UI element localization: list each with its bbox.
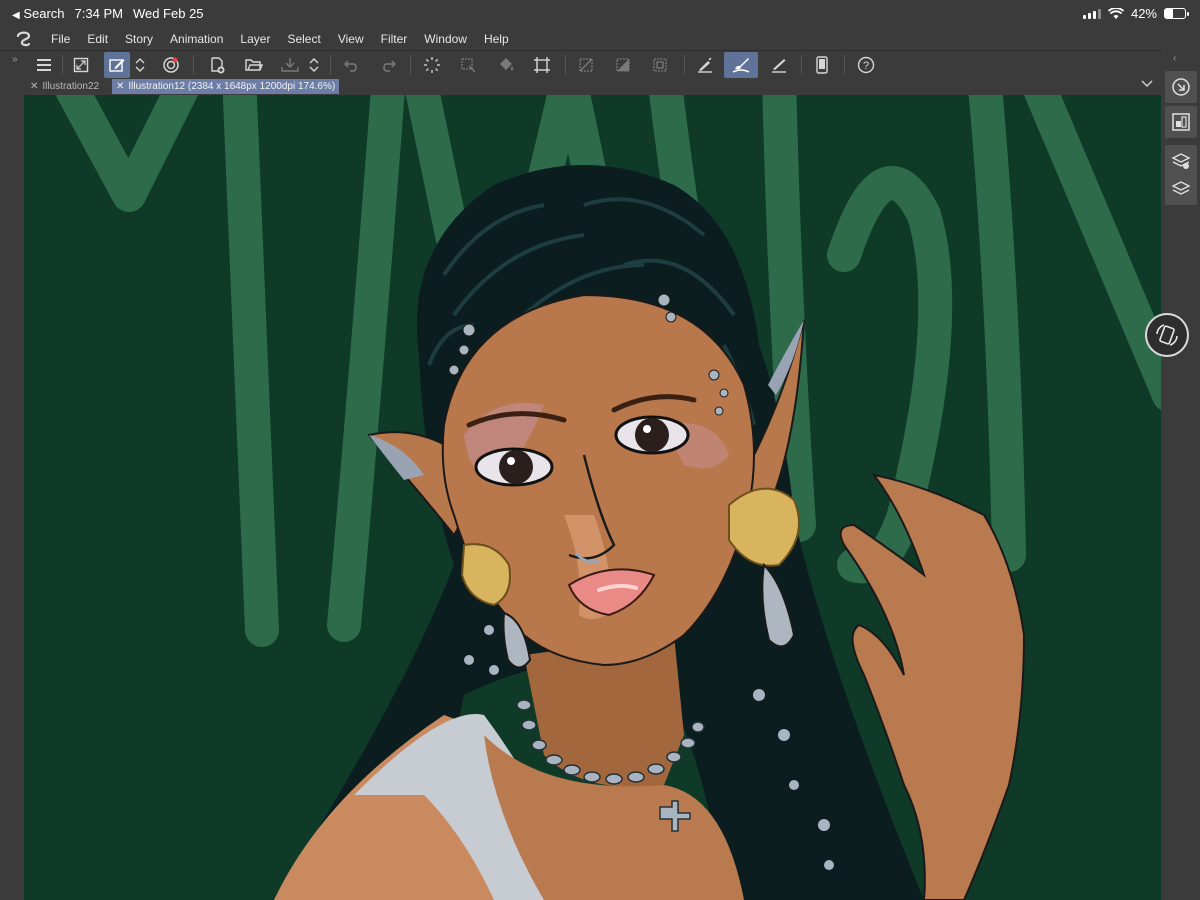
menu-item-window[interactable]: Window: [424, 32, 467, 46]
rotate-device-icon[interactable]: [1145, 313, 1189, 357]
svg-text:?: ?: [863, 60, 869, 72]
smartphone-icon[interactable]: [809, 52, 835, 78]
loading-icon[interactable]: [419, 52, 445, 78]
menu-item-select[interactable]: Select: [287, 32, 320, 46]
menu-item-edit[interactable]: Edit: [87, 32, 108, 46]
cellular-signal-icon: [1082, 8, 1101, 19]
tab-illustration12[interactable]: ✕ Illustration12 (2384 x 1648px 1200dpi …: [112, 79, 340, 94]
back-to-search-button[interactable]: ◀ Search: [12, 6, 65, 21]
drawing-canvas[interactable]: [24, 95, 1161, 900]
menu-item-story[interactable]: Story: [125, 32, 153, 46]
back-arrow-icon: ◀: [12, 10, 20, 21]
artwork: [55, 95, 1161, 900]
brush-icon[interactable]: [724, 52, 758, 78]
clip-studio-logo-icon[interactable]: [14, 29, 34, 49]
tab-illustration22[interactable]: ✕ Illustration22: [26, 79, 103, 94]
expand-panel-icon[interactable]: »: [12, 54, 18, 65]
document-tab-bar: ✕ Illustration22 ✕ Illustration12 (2384 …: [24, 78, 1161, 95]
battery-percent: 42%: [1130, 6, 1157, 21]
edit-mode-icon[interactable]: [104, 52, 130, 78]
ruler-icon[interactable]: [766, 52, 792, 78]
selection-border-icon[interactable]: [647, 52, 673, 78]
undo-icon[interactable]: [339, 52, 365, 78]
save-toggle-icon[interactable]: [305, 52, 323, 78]
menu-item-layer[interactable]: Layer: [240, 32, 270, 46]
tab-title: Illustration22: [42, 81, 100, 92]
battery-icon: [1164, 8, 1189, 19]
fill-icon[interactable]: [493, 52, 519, 78]
redo-icon[interactable]: [375, 52, 401, 78]
fullscreen-icon[interactable]: [68, 52, 94, 78]
menu-item-file[interactable]: File: [51, 32, 70, 46]
invert-selection-icon[interactable]: [610, 52, 636, 78]
menu-item-filter[interactable]: Filter: [381, 32, 408, 46]
menu-icon[interactable]: [31, 52, 57, 78]
wifi-icon: [1107, 7, 1124, 19]
back-label: Search: [23, 6, 65, 21]
close-tab-icon[interactable]: ✕: [116, 81, 124, 92]
canvas-shift-icon[interactable]: [158, 52, 184, 78]
clear-selection-icon[interactable]: [573, 52, 599, 78]
collapse-right-panel-icon[interactable]: ‹: [1173, 53, 1176, 64]
right-panel: ‹: [1161, 50, 1200, 900]
layers-icon[interactable]: [1165, 173, 1197, 205]
menu-item-view[interactable]: View: [338, 32, 364, 46]
status-bar: ◀ Search 7:34 PM Wed Feb 25 42%: [0, 0, 1200, 28]
close-tab-icon[interactable]: ✕: [30, 81, 38, 92]
open-file-icon[interactable]: [241, 52, 267, 78]
navigator-icon[interactable]: [1165, 71, 1197, 103]
menu-item-help[interactable]: Help: [484, 32, 509, 46]
tab-list-chevron-down-icon[interactable]: [1141, 78, 1153, 91]
crop-icon[interactable]: [529, 52, 555, 78]
left-panel-strip: »: [0, 50, 24, 900]
save-icon[interactable]: [277, 52, 303, 78]
sub-view-icon[interactable]: [1165, 106, 1197, 138]
tab-title: Illustration12 (2384 x 1648px 1200dpi 17…: [128, 81, 336, 92]
status-time: 7:34 PM: [74, 6, 123, 21]
pen-stabilizer-icon[interactable]: [692, 52, 718, 78]
menu-item-animation[interactable]: Animation: [170, 32, 223, 46]
help-icon[interactable]: ?: [853, 52, 879, 78]
new-file-icon[interactable]: [204, 52, 230, 78]
transform-selection-icon[interactable]: [455, 52, 481, 78]
status-date: Wed Feb 25: [132, 6, 204, 21]
menu-bar: File Edit Story Animation Layer Select View Fil…: [0, 28, 1200, 50]
mode-toggle-icon[interactable]: [131, 52, 149, 78]
command-bar: » ?: [0, 50, 1200, 78]
